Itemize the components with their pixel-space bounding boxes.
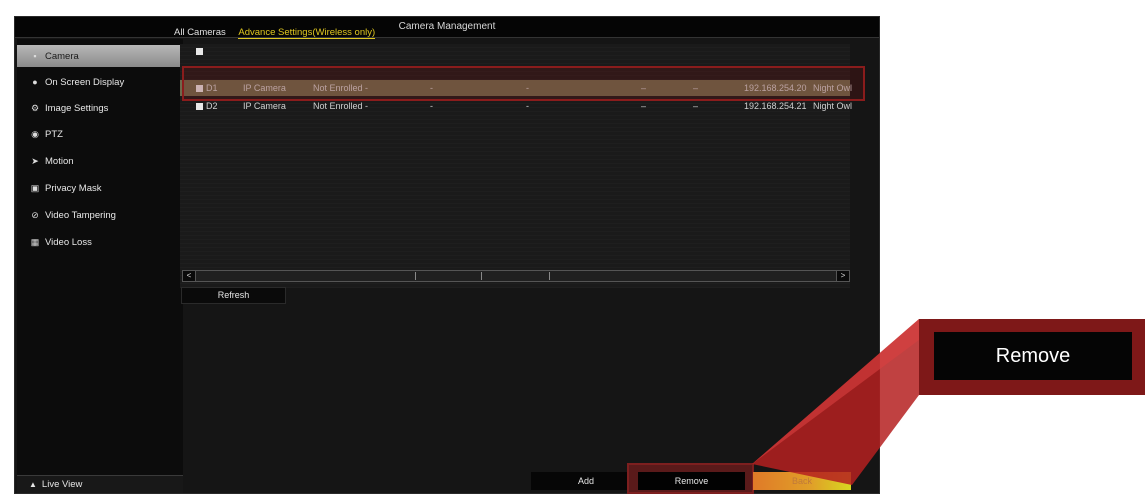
callout-pointer [752, 319, 919, 485]
callout-remove-label: Remove [934, 332, 1132, 380]
